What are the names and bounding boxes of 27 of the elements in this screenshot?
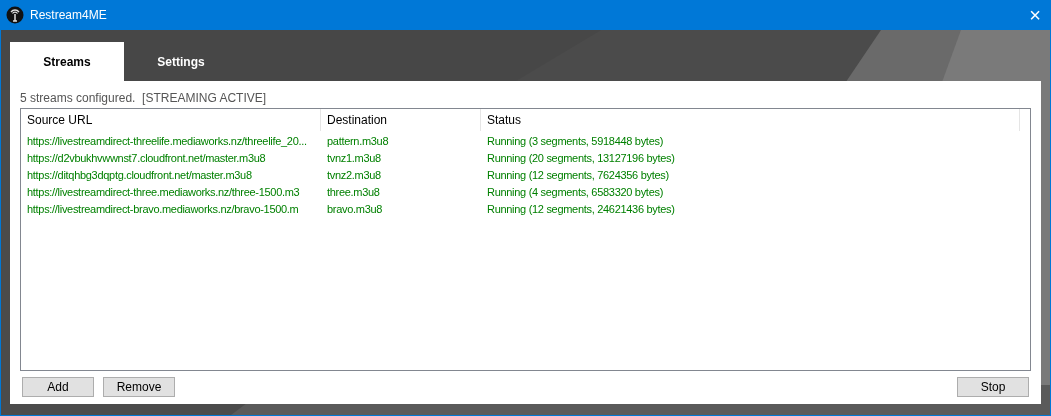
table-cell-text: https://livestreamdirect-bravo.mediaworks.nz/bravo-1500.m <box>26 202 300 217</box>
close-button[interactable]: × <box>1029 5 1041 25</box>
table-cell-text: Running (12 segments, 7624356 bytes) <box>486 168 670 183</box>
column-header[interactable]: Status <box>481 109 1020 131</box>
table-cell-text: three.m3u8 <box>326 185 381 200</box>
button[interactable]: Add <box>22 377 94 397</box>
tab[interactable]: Streams <box>10 42 124 81</box>
button[interactable]: Stop <box>957 377 1029 397</box>
table-cell-text: bravo.m3u8 <box>326 202 384 217</box>
table-cell-text: https://livestreamdirect-threelife.mediaworks.nz/threelife_20... <box>26 134 308 149</box>
table-cell-text: tvnz2.m3u8 <box>326 168 382 183</box>
table-cell-text: https://livestreamdirect-three.mediaworks.nz/three-1500.m3 <box>26 185 301 200</box>
button[interactable]: Remove <box>103 377 175 397</box>
table-cell-text: Running (12 segments, 24621436 bytes) <box>486 202 676 217</box>
column-header[interactable]: Source URL <box>21 109 321 131</box>
table-cell-text: pattern.m3u8 <box>326 134 390 149</box>
column-header[interactable]: Destination <box>321 109 481 131</box>
status-text: 5 streams configured. [STREAMING ACTIVE] <box>20 91 268 105</box>
tab[interactable]: Settings <box>124 42 238 81</box>
table-cell-text: Running (20 segments, 13127196 bytes) <box>486 151 676 166</box>
table-cell-text: Running (4 segments, 6583320 bytes) <box>486 185 664 200</box>
antenna-icon <box>6 6 24 24</box>
table-cell-text: https://ditqhbg3dqptg.cloudfront.net/master.m3u8 <box>26 168 253 183</box>
table-cell-text: https://d2vbukhvwwnst7.cloudfront.net/master.m3u8 <box>26 151 267 166</box>
table-cell-text: Running (3 segments, 5918448 bytes) <box>486 134 664 149</box>
table-cell-text: tvnz1.m3u8 <box>326 151 382 166</box>
window-title: Restream4ME <box>30 7 107 24</box>
